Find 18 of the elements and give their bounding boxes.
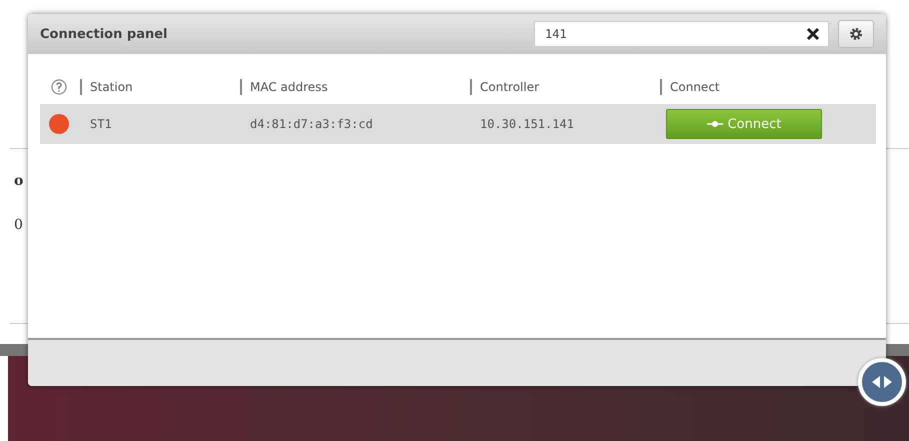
table-cell-text: 10.30.151.141 bbox=[479, 117, 575, 131]
search-field[interactable]: 141 bbox=[534, 21, 829, 47]
column-header: Controller bbox=[470, 79, 660, 95]
table-row[interactable]: ST1 d4:81:d7:a3:f3:cd 10.30.151.141 Connect bbox=[40, 104, 876, 144]
column-header: Station bbox=[80, 79, 240, 95]
table-cell-text: ST1 bbox=[89, 117, 113, 131]
value-text: 0 bbox=[14, 217, 24, 233]
plug-icon bbox=[706, 120, 723, 128]
heading-text: o bbox=[14, 173, 24, 189]
column-header: MAC address bbox=[240, 79, 470, 95]
help-icon[interactable] bbox=[51, 79, 67, 95]
panel-title: Connection panel bbox=[40, 26, 168, 42]
table-cell-text: d4:81:d7:a3:f3:cd bbox=[249, 117, 374, 131]
close-icon[interactable] bbox=[806, 27, 820, 41]
settings-icon bbox=[849, 27, 863, 41]
settings-button[interactable] bbox=[838, 20, 874, 48]
arrows-icon bbox=[871, 375, 893, 389]
column-header: Connect bbox=[660, 79, 876, 95]
